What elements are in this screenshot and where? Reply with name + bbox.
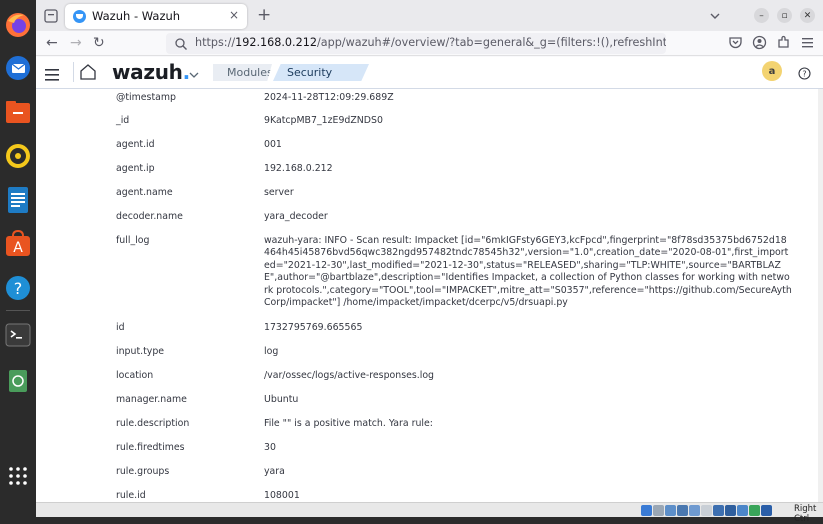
minimize-icon[interactable]: – [754, 8, 769, 23]
close-window-icon[interactable]: ✕ [800, 8, 815, 23]
trash-icon[interactable] [3, 365, 33, 395]
content-scrollbar[interactable] [818, 89, 823, 502]
reload-icon[interactable]: ↻ [93, 34, 105, 52]
search-icon [174, 36, 188, 50]
maximize-icon[interactable]: ▫ [777, 8, 792, 23]
audio-icon[interactable] [665, 505, 676, 516]
svg-text:?: ? [802, 70, 806, 79]
field-value: 9KatcpMB7_1zE9dZNDS0 [264, 115, 383, 126]
tab-wazuh[interactable]: Wazuh - Wazuh × [65, 4, 247, 29]
app-center-icon[interactable]: A [3, 229, 33, 259]
cpu-icon[interactable] [737, 505, 748, 516]
thunderbird-icon[interactable] [3, 53, 33, 83]
tab-overview-icon[interactable] [42, 7, 60, 25]
network-icon[interactable] [677, 505, 688, 516]
help-icon[interactable]: ? [3, 273, 33, 303]
back-icon[interactable]: ← [46, 34, 58, 52]
nav-bar: ← → ↻ https://192.168.0.212/app/wazuh#/o… [36, 31, 823, 56]
tab-list-chevron-icon[interactable] [708, 8, 722, 22]
wazuh-favicon-icon [73, 10, 86, 23]
tab-bar: Wazuh - Wazuh × + – ▫ ✕ [36, 0, 823, 31]
field-value: yara_decoder [264, 211, 328, 222]
field-key: rule.firedtimes [116, 442, 185, 453]
field-key: _id [116, 115, 130, 126]
vm-status-icons [641, 505, 772, 516]
field-value: server [264, 187, 294, 198]
help-menu-icon[interactable]: ? [798, 65, 811, 80]
recording-icon[interactable] [725, 505, 736, 516]
home-icon[interactable] [73, 62, 96, 82]
usb-icon[interactable] [689, 505, 700, 516]
chevron-down-icon[interactable] [188, 66, 200, 78]
host-key-label: Right Ctrl [794, 504, 817, 524]
field-value: 192.168.0.212 [264, 163, 333, 174]
field-value: 1732795769.665565 [264, 322, 363, 333]
field-key: location [116, 370, 154, 381]
field-key: manager.name [116, 394, 187, 405]
field-value: 108001 [264, 490, 300, 501]
field-key: agent.name [116, 187, 173, 198]
new-tab-icon[interactable]: + [257, 5, 271, 25]
field-key: agent.ip [116, 163, 155, 174]
breadcrumb-modules[interactable]: Modules [213, 64, 272, 81]
extensions-icon[interactable] [776, 35, 791, 50]
field-key: input.type [116, 346, 165, 357]
browser-window: Wazuh - Wazuh × + – ▫ ✕ ← → ↻ https://19… [36, 0, 823, 502]
tab-title: Wazuh - Wazuh [92, 9, 181, 23]
field-key: rule.description [116, 418, 190, 429]
firefox-icon[interactable] [3, 10, 33, 40]
event-details-table: @timestamp 2024-11-28T12:09:29.689Z _id … [36, 89, 823, 502]
field-value: /var/ossec/logs/active-responses.log [264, 370, 434, 381]
wazuh-header: wazuh. Modules Security events a ? [36, 57, 823, 89]
ubuntu-dock: A ? [0, 0, 36, 517]
svg-text:?: ? [14, 279, 23, 298]
avatar[interactable]: a [762, 61, 782, 81]
optical-drive-icon[interactable] [653, 505, 664, 516]
url-text: https://192.168.0.212/app/wazuh#/overvie… [195, 36, 666, 49]
field-value: log [264, 346, 279, 357]
shared-folders-icon[interactable] [701, 505, 712, 516]
account-icon[interactable] [752, 35, 767, 50]
field-key: decoder.name [116, 211, 183, 222]
field-key: agent.id [116, 139, 155, 150]
svg-text:A: A [13, 240, 23, 256]
field-key: @timestamp [116, 92, 176, 103]
mouse-integration-icon[interactable] [749, 505, 760, 516]
field-value: wazuh-yara: INFO - Scan result: Impacket… [264, 235, 792, 309]
field-value: yara [264, 466, 285, 477]
tab-close-icon[interactable]: × [229, 8, 239, 22]
field-value: 30 [264, 442, 276, 453]
files-icon[interactable] [3, 97, 33, 127]
forward-icon[interactable]: → [70, 34, 82, 52]
hard-disk-icon[interactable] [641, 505, 652, 516]
wazuh-logo[interactable]: wazuh. [112, 60, 190, 84]
keyboard-icon[interactable] [761, 505, 772, 516]
field-key: rule.groups [116, 466, 170, 477]
app-menu-icon[interactable] [800, 35, 815, 50]
display-icon[interactable] [713, 505, 724, 516]
field-value: 2024-11-28T12:09:29.689Z [264, 92, 394, 103]
breadcrumb-security-events: Security events [273, 64, 369, 81]
pocket-icon[interactable] [728, 35, 743, 50]
vm-status-bar: Right Ctrl [36, 502, 823, 524]
field-value: 001 [264, 139, 282, 150]
menu-icon[interactable] [45, 66, 59, 81]
field-key: id [116, 322, 125, 333]
libreoffice-writer-icon[interactable] [3, 185, 33, 215]
field-value: Ubuntu [264, 394, 299, 405]
field-value: File "" is a positive match. Yara rule: [264, 418, 433, 429]
show-apps-icon[interactable] [8, 466, 28, 486]
terminal-icon[interactable] [3, 320, 33, 350]
rhythmbox-icon[interactable] [3, 141, 33, 171]
field-key: rule.id [116, 490, 146, 501]
url-bar[interactable]: https://192.168.0.212/app/wazuh#/overvie… [166, 33, 666, 54]
field-key: full_log [116, 235, 150, 246]
